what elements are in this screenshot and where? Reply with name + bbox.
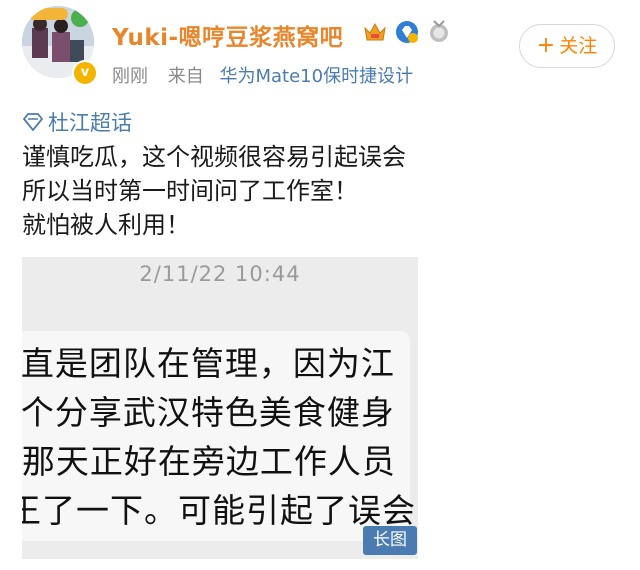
chat-timestamp: 2/11/22 10:44 [139,262,301,286]
post-meta: 刚刚 来自 华为Mate10保时捷设计 [112,62,413,88]
username[interactable]: Yuki-嗯哼豆浆燕窝吧 [112,18,343,52]
super-topic-link[interactable]: 杜江超话 [22,107,132,137]
chat-line: -直是团队在管理，因为江 [22,344,395,383]
source-label: 来自 [167,66,204,87]
long-image-tag: 长图 [363,526,417,555]
post-content: 谨慎吃瓜，这个视频很容易引起误会 所以当时第一时间问了工作室！ 就怕被人利用！ [22,140,612,242]
crown-badge-icon [364,22,386,41]
chat-line: 王了一下。可能引起了误会 [22,491,416,530]
post-image[interactable]: 2/11/22 10:44 -直是团队在管理，因为江 -个分享武汉特色美食健身 … [22,257,418,559]
chat-line: )那天正好在旁边工作人员 [22,442,396,481]
topic-diamond-icon [22,113,44,131]
post-text-line: 所以当时第一时间问了工作室！ [22,177,358,205]
medal-badge-icon [430,20,448,42]
source-device[interactable]: 华为Mate10保时捷设计 [219,66,413,87]
follow-button[interactable]: + 关注 [519,24,615,68]
user-badges [362,19,452,45]
post-text-line: 就怕被人利用！ [22,211,190,239]
weibo-post: v Yuki-嗯哼豆浆燕窝吧 刚刚 来自 华为Mate10保时捷设计 +关注 [0,0,640,570]
post-text-line: 谨慎吃瓜，这个视频很容易引起误会 [22,143,406,171]
topic-label: 杜江超话 [48,111,132,135]
follow-label: 关注 [559,35,598,57]
plus-icon: + [536,33,556,58]
chat-text: -直是团队在管理，因为江 -个分享武汉特色美食健身 )那天正好在旁边工作人员 王… [22,339,418,535]
post-time: 刚刚 [112,66,148,87]
vip-badge-icon: v [72,60,98,86]
diamond-badge-icon [396,21,418,43]
chat-line: -个分享武汉特色美食健身 [22,393,395,432]
